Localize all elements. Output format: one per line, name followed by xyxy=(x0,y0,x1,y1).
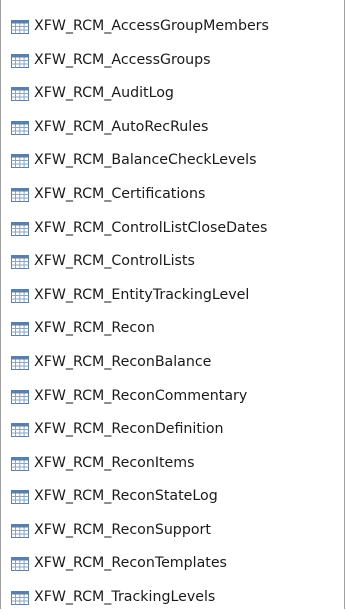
table-icon xyxy=(11,153,29,169)
table-list-item[interactable]: XFW_RCM_ReconItems xyxy=(1,446,344,480)
table-list-item[interactable]: XFW_RCM_AutoRecRules xyxy=(1,110,344,144)
table-name-label: XFW_RCM_BalanceCheckLevels xyxy=(34,152,257,169)
table-icon xyxy=(11,523,29,538)
table-icon xyxy=(11,489,29,505)
table-name-label: XFW_RCM_ReconSupport xyxy=(34,521,211,538)
table-list-item[interactable]: XFW_RCM_ControlLists xyxy=(1,244,344,278)
table-icon xyxy=(11,321,29,337)
table-list-item[interactable]: XFW_RCM_ReconStateLog xyxy=(1,480,344,514)
table-icon xyxy=(11,120,29,135)
table-icon xyxy=(11,254,29,270)
table-name-label: XFW_RCM_ReconItems xyxy=(34,454,195,471)
table-name-label: XFW_RCM_AutoRecRules xyxy=(34,118,209,135)
table-list: XFW_RCM_AccessGroupMembers XFW_RCM_Access… xyxy=(1,9,344,614)
table-name-label: XFW_RCM_ReconTemplates xyxy=(34,555,227,572)
table-list-item[interactable]: XFW_RCM_ReconSupport xyxy=(1,513,344,547)
table-icon xyxy=(11,590,29,606)
table-list-item[interactable]: XFW_RCM_ControlListCloseDates xyxy=(1,211,344,245)
table-list-item[interactable]: XFW_RCM_AuditLog xyxy=(1,76,344,110)
table-name-label: XFW_RCM_ReconDefinition xyxy=(34,421,224,438)
table-list-item[interactable]: XFW_RCM_EntityTrackingLevel xyxy=(1,278,344,312)
table-icon xyxy=(11,456,29,471)
table-list-item[interactable]: XFW_RCM_ReconTemplates xyxy=(1,547,344,581)
table-name-label: XFW_RCM_ControlListCloseDates xyxy=(34,219,268,236)
table-list-item[interactable]: XFW_RCM_BalanceCheckLevels xyxy=(1,144,344,178)
table-list-item[interactable]: XFW_RCM_ReconBalance xyxy=(1,345,344,379)
table-icon xyxy=(11,288,29,303)
table-name-label: XFW_RCM_ReconStateLog xyxy=(34,488,218,505)
table-list-panel: XFW_RCM_AccessGroupMembers XFW_RCM_Access… xyxy=(0,0,345,609)
table-icon xyxy=(11,355,29,370)
table-name-label: XFW_RCM_EntityTrackingLevel xyxy=(34,286,250,303)
table-name-label: XFW_RCM_Certifications xyxy=(34,185,206,202)
table-list-item[interactable]: XFW_RCM_Recon xyxy=(1,312,344,346)
table-icon xyxy=(11,19,29,34)
table-name-label: XFW_RCM_Recon xyxy=(34,320,155,337)
table-name-label: XFW_RCM_AccessGroupMembers xyxy=(34,17,269,34)
table-list-item[interactable]: XFW_RCM_Certifications xyxy=(1,177,344,211)
table-name-label: XFW_RCM_ControlLists xyxy=(34,253,195,270)
table-list-item[interactable]: XFW_RCM_AccessGroups xyxy=(1,43,344,77)
table-name-label: XFW_RCM_ReconBalance xyxy=(34,353,212,370)
table-list-item[interactable]: XFW_RCM_ReconCommentary xyxy=(1,379,344,413)
table-icon xyxy=(11,86,29,102)
table-icon xyxy=(11,221,29,236)
table-name-label: XFW_RCM_AccessGroups xyxy=(34,51,211,68)
table-icon xyxy=(11,422,29,438)
table-name-label: XFW_RCM_ReconCommentary xyxy=(34,387,248,404)
table-icon xyxy=(11,53,29,68)
table-list-item[interactable]: XFW_RCM_AccessGroupMembers xyxy=(1,9,344,43)
table-list-item[interactable]: XFW_RCM_ReconDefinition xyxy=(1,412,344,446)
table-name-label: XFW_RCM_AuditLog xyxy=(34,85,174,102)
table-name-label: XFW_RCM_TrackingLevels xyxy=(34,589,216,606)
table-icon xyxy=(11,187,29,202)
table-icon xyxy=(11,389,29,404)
table-icon xyxy=(11,556,29,572)
